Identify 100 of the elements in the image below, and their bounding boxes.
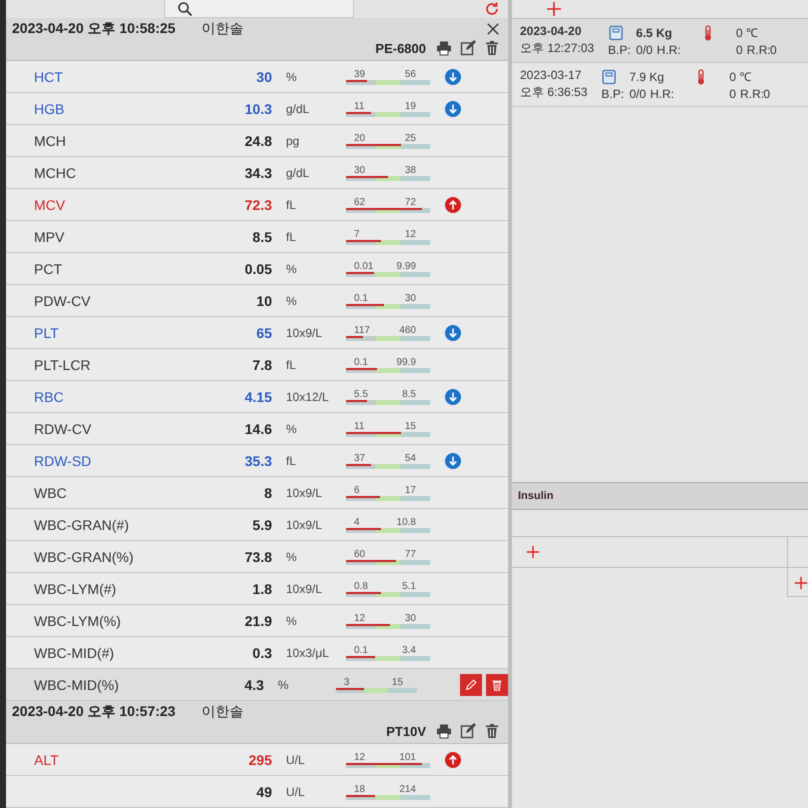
result-value: 24.8: [244, 132, 272, 148]
test-name: PDW-CV: [33, 292, 92, 308]
device-name: PE-6800: [375, 40, 426, 56]
unit-label: %: [285, 550, 298, 564]
hr-value: 0: [729, 87, 736, 101]
search-field[interactable]: [164, 0, 354, 18]
temperature-value: 0 ℃: [736, 25, 760, 41]
unit-label: g/dL: [285, 102, 310, 116]
search-icon: [177, 0, 193, 16]
result-value: 1.8: [252, 580, 272, 596]
result-value: 0.3: [252, 644, 272, 660]
unit-label: %: [285, 614, 298, 628]
hr-value: 0: [736, 43, 743, 57]
range-low: 37: [354, 452, 366, 464]
test-name: MPV: [33, 228, 66, 244]
add-icon[interactable]: [794, 576, 808, 590]
unit-label: 10x9/L: [285, 486, 324, 500]
range-high: 9.99: [396, 260, 416, 272]
vitals-entry[interactable]: 2023-04-20 오후 12:27:03 6.5 Kg 0 ℃ B.P: 0/0 H.R: 0 R.R:0: [512, 19, 808, 63]
device-name: PT10V: [386, 724, 426, 738]
edit-icon[interactable]: [460, 723, 476, 739]
result-value: 35.3: [244, 452, 272, 468]
test-name: MCH: [33, 132, 67, 148]
bp-value: 0/0: [629, 87, 646, 101]
unit-label: g/dL: [285, 166, 310, 180]
trash-icon[interactable]: [484, 40, 500, 56]
bp-label: B.P:: [608, 43, 632, 57]
range-low: 0.1: [354, 292, 368, 304]
range-low: 0.1: [354, 644, 368, 656]
test-name: RDW-CV: [33, 420, 92, 436]
test-name: HCT: [33, 68, 64, 84]
unit-label: 10x9/L: [285, 582, 324, 596]
range-high: 38: [404, 164, 416, 176]
test-name: RDW-SD: [33, 452, 92, 468]
result-value: 49: [255, 784, 272, 800]
range-high: 54: [404, 452, 416, 464]
range-low: 5.5: [354, 388, 368, 400]
result-value: 295: [248, 752, 272, 768]
range-low: 18: [354, 784, 366, 794]
refresh-icon[interactable]: [484, 1, 500, 17]
range-high: 30: [404, 292, 416, 304]
entry-time: 오후 12:27:03: [520, 40, 594, 57]
record-datetime: 2023-04-20 오후 10:57:23: [12, 703, 176, 721]
bp-label: B.P:: [601, 87, 626, 101]
test-name: WBC: [33, 484, 68, 500]
test-name: WBC-LYM(%): [33, 612, 122, 628]
range-high: 19: [404, 100, 416, 112]
range-high: 5.1: [402, 580, 416, 592]
result-value: 4.3: [243, 676, 264, 692]
edit-icon[interactable]: [460, 40, 476, 56]
range-high: 8.5: [402, 388, 416, 400]
range-low: 20: [354, 132, 366, 144]
range-high: 460: [399, 324, 416, 336]
trash-icon[interactable]: [484, 723, 500, 739]
test-name: WBC-MID(%): [33, 676, 120, 692]
vitals-entry[interactable]: 2023-03-17 오후 6:36:53 7.9 Kg 0 ℃ B.P: 0/0 H.R: 0 R.R:0: [512, 63, 808, 107]
range-low: 117: [354, 324, 370, 336]
range-low: 12: [354, 752, 366, 762]
unit-label: %: [276, 678, 290, 692]
print-icon[interactable]: [436, 723, 452, 739]
bp-value: 0/0: [636, 43, 653, 57]
result-value: 72.3: [244, 196, 272, 212]
patient-name: 이한솔: [201, 703, 244, 721]
range-low: 7: [354, 228, 360, 240]
add-icon[interactable]: [546, 1, 562, 17]
rr-value: 0: [763, 87, 772, 101]
range-high: 99.9: [396, 356, 416, 368]
test-name: HGB: [33, 100, 66, 116]
edit-button[interactable]: [460, 674, 482, 696]
test-name: WBC-GRAN(#): [33, 516, 130, 532]
unit-label: U/L: [285, 752, 306, 766]
range-high: 25: [404, 132, 416, 144]
unit-label: 10x3/μL: [285, 646, 330, 660]
delete-button[interactable]: [486, 674, 508, 696]
range-high: 101: [399, 752, 416, 762]
test-name: PCT: [33, 260, 63, 276]
unit-label: fL: [285, 198, 298, 212]
range-low: 0.1: [354, 356, 368, 368]
result-value: 4.15: [244, 388, 272, 404]
range-low: 12: [354, 612, 366, 624]
hr-label: H.R:: [656, 43, 681, 57]
rr-label: R.R:: [746, 43, 771, 57]
result-value: 10: [255, 292, 272, 308]
range-high: 12: [404, 228, 416, 240]
pencil-icon: [464, 678, 478, 692]
range-low: 11: [354, 100, 364, 112]
print-icon[interactable]: [436, 40, 452, 56]
add-icon[interactable]: [526, 545, 540, 559]
rr-value: 0: [770, 43, 778, 57]
close-icon[interactable]: [486, 22, 500, 36]
trash-icon: [490, 678, 504, 692]
range-high: 17: [404, 484, 416, 496]
range-low: 3: [344, 676, 350, 688]
result-value: 65: [255, 324, 272, 340]
hr-label: H.R:: [650, 87, 674, 101]
test-name: ALT: [33, 752, 60, 768]
result-value: 0.05: [244, 260, 272, 276]
result-value: 10.3: [244, 100, 272, 116]
range-low: 62: [354, 196, 366, 208]
range-high: 10.8: [396, 516, 416, 528]
